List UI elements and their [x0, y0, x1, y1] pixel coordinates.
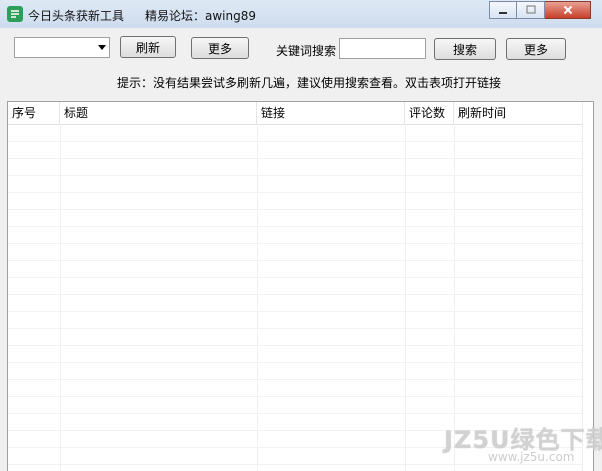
column-header-link[interactable]: 链接	[257, 102, 405, 124]
column-header-title[interactable]: 标题	[60, 102, 257, 124]
grid-row-line	[8, 311, 583, 312]
more-button-right[interactable]: 更多	[506, 38, 566, 60]
grid-column-line	[454, 124, 455, 471]
column-header-comments[interactable]: 评论数	[405, 102, 454, 124]
grid-row-line	[8, 209, 583, 210]
list-scroll-area[interactable]	[582, 102, 593, 471]
column-header-index[interactable]: 序号	[8, 102, 60, 124]
keyword-search-label: 关键词搜索	[276, 44, 337, 58]
grid-row-line	[8, 362, 583, 363]
grid-row-line	[8, 413, 583, 414]
grid-row-line	[8, 345, 583, 346]
watermark-url: www.jz5u.com	[488, 450, 575, 464]
grid-row-line	[8, 141, 583, 142]
search-button[interactable]: 搜索	[434, 38, 496, 60]
grid-row-line	[8, 158, 583, 159]
results-list[interactable]: 序号 标题 链接 评论数 刷新时间	[7, 101, 594, 471]
grid-row-line	[8, 277, 583, 278]
keyword-input[interactable]	[339, 38, 426, 59]
title-bar[interactable]: 今日头条获新工具 精易论坛：awing89	[0, 0, 602, 28]
maximize-icon	[525, 5, 536, 14]
grid-column-line	[257, 124, 258, 471]
grid-row-line	[8, 260, 583, 261]
refresh-button[interactable]: 刷新	[120, 36, 176, 58]
grid-column-line	[405, 124, 406, 471]
close-button[interactable]	[545, 1, 591, 19]
list-header: 序号 标题 链接 评论数 刷新时间	[8, 102, 583, 125]
grid-column-line	[60, 124, 61, 471]
chevron-down-icon	[98, 45, 106, 50]
watermark: JZ5U绿色下载 www.jz5u.com	[444, 420, 602, 468]
maximize-button[interactable]	[517, 1, 545, 19]
hint-text: 提示：没有结果尝试多刷新几遍，建议使用搜索查看。双击表项打开链接	[117, 76, 502, 90]
column-header-refresh-time[interactable]: 刷新时间	[454, 102, 583, 124]
grid-row-line	[8, 243, 583, 244]
minimize-icon	[499, 12, 507, 14]
forum-credit: 精易论坛：awing89	[145, 9, 256, 23]
window-title: 今日头条获新工具	[28, 9, 125, 23]
app-logo-icon	[7, 6, 23, 22]
grid-row-line	[8, 379, 583, 380]
grid-row-line	[8, 328, 583, 329]
caption-buttons	[489, 1, 591, 19]
main-window: 今日头条获新工具 精易论坛：awing89 刷新 更多 关键词搜索 搜索 更多 …	[0, 0, 602, 471]
grid-row-line	[8, 226, 583, 227]
more-button-left[interactable]: 更多	[191, 37, 249, 59]
minimize-button[interactable]	[489, 1, 517, 19]
close-icon	[563, 5, 572, 15]
grid-row-line	[8, 175, 583, 176]
category-select[interactable]	[14, 37, 110, 58]
grid-row-line	[8, 294, 583, 295]
grid-row-line	[8, 396, 583, 397]
grid-row-line	[8, 192, 583, 193]
